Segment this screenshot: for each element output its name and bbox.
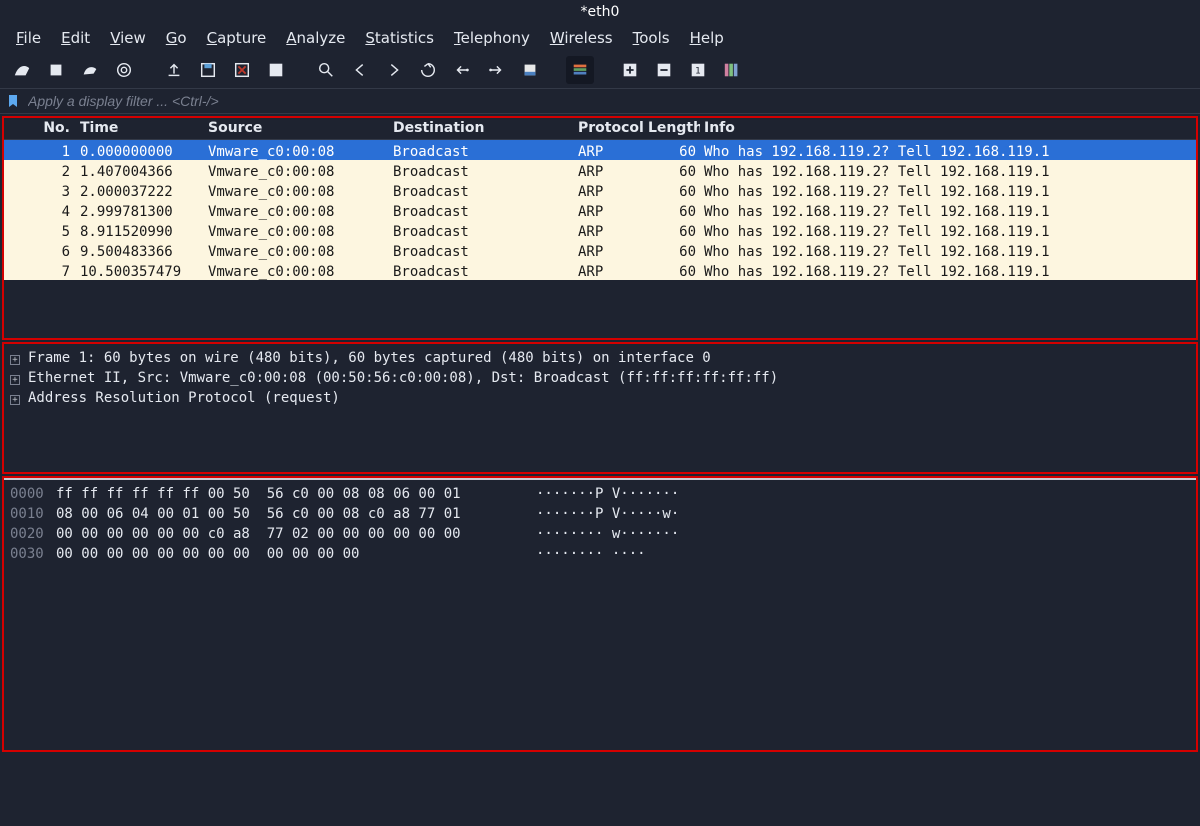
packet-bytes-pane: 0000ff ff ff ff ff ff 00 50 56 c0 00 08 … <box>2 476 1198 752</box>
open-file-button[interactable] <box>160 56 188 84</box>
display-filter-bar <box>0 88 1200 114</box>
packet-row[interactable]: 10.000000000Vmware_c0:00:08BroadcastARP6… <box>4 140 1196 160</box>
zoom-out-button[interactable] <box>650 56 678 84</box>
col-src[interactable]: Source <box>204 118 389 139</box>
detail-tree-row[interactable]: + Frame 1: 60 bytes on wire (480 bits), 6… <box>10 348 1190 368</box>
bookmark-icon[interactable] <box>6 94 20 108</box>
menu-wireless[interactable]: Wireless <box>540 26 623 50</box>
col-time[interactable]: Time <box>76 118 204 139</box>
hex-bytes: 00 00 00 00 00 00 00 00 00 00 00 00 <box>56 544 524 564</box>
hex-bytes: ff ff ff ff ff ff 00 50 56 c0 00 08 08 0… <box>56 484 524 504</box>
go-back-button[interactable] <box>346 56 374 84</box>
save-file-button[interactable] <box>194 56 222 84</box>
hex-row[interactable]: 0000ff ff ff ff ff ff 00 50 56 c0 00 08 … <box>10 484 1190 504</box>
detail-text: Ethernet II, Src: Vmware_c0:00:08 (00:50… <box>28 368 778 388</box>
col-len[interactable]: Length <box>644 118 700 139</box>
detail-tree-row[interactable]: + Address Resolution Protocol (request) <box>10 388 1190 408</box>
svg-text:1: 1 <box>695 67 701 77</box>
colorize-button[interactable] <box>566 56 594 84</box>
expand-icon[interactable]: + <box>10 395 20 405</box>
hex-offset: 0020 <box>10 524 56 544</box>
col-proto[interactable]: Protocol <box>574 118 644 139</box>
menu-capture[interactable]: Capture <box>197 26 277 50</box>
packet-row[interactable]: 42.999781300Vmware_c0:00:08BroadcastARP6… <box>4 200 1196 220</box>
hex-bytes: 08 00 06 04 00 01 00 50 56 c0 00 08 c0 a… <box>56 504 524 524</box>
hex-ascii: ·······P V·····w· <box>524 504 679 524</box>
jump-to-button[interactable] <box>414 56 442 84</box>
stop-capture-button[interactable] <box>42 56 70 84</box>
packet-row[interactable]: 710.500357479Vmware_c0:00:08BroadcastARP… <box>4 260 1196 280</box>
restart-capture-button[interactable] <box>76 56 104 84</box>
packet-row[interactable]: 69.500483366Vmware_c0:00:08BroadcastARP6… <box>4 240 1196 260</box>
menu-telephony[interactable]: Telephony <box>444 26 540 50</box>
packet-row[interactable]: 32.000037222Vmware_c0:00:08BroadcastARP6… <box>4 180 1196 200</box>
detail-text: Frame 1: 60 bytes on wire (480 bits), 60… <box>28 348 711 368</box>
zoom-reset-button[interactable]: 1 <box>684 56 712 84</box>
go-first-button[interactable] <box>448 56 476 84</box>
hex-row[interactable]: 003000 00 00 00 00 00 00 00 00 00 00 00·… <box>10 544 1190 564</box>
menubar: FileEditViewGoCaptureAnalyzeStatisticsTe… <box>0 24 1200 52</box>
packet-details-pane: + Frame 1: 60 bytes on wire (480 bits), 6… <box>2 342 1198 474</box>
detail-tree-row[interactable]: + Ethernet II, Src: Vmware_c0:00:08 (00:5… <box>10 368 1190 388</box>
go-last-button[interactable] <box>482 56 510 84</box>
resize-columns-button[interactable] <box>718 56 746 84</box>
packet-list-body[interactable]: 10.000000000Vmware_c0:00:08BroadcastARP6… <box>4 140 1196 338</box>
expand-icon[interactable]: + <box>10 355 20 365</box>
hex-ascii: ········ w······· <box>524 524 679 544</box>
packet-row[interactable]: 21.407004366Vmware_c0:00:08BroadcastARP6… <box>4 160 1196 180</box>
shark-fin-icon[interactable] <box>8 56 36 84</box>
menu-view[interactable]: View <box>100 26 156 50</box>
window-title: *eth0 <box>0 0 1200 24</box>
menu-statistics[interactable]: Statistics <box>355 26 444 50</box>
packet-list-header: No. Time Source Destination Protocol Len… <box>4 118 1196 140</box>
status-bar <box>0 754 1200 776</box>
reload-button[interactable] <box>262 56 290 84</box>
hex-bytes: 00 00 00 00 00 00 c0 a8 77 02 00 00 00 0… <box>56 524 524 544</box>
packet-row[interactable]: 58.911520990Vmware_c0:00:08BroadcastARP6… <box>4 220 1196 240</box>
hex-ascii: ·······P V······· <box>524 484 679 504</box>
menu-file[interactable]: File <box>6 26 51 50</box>
hex-ascii: ········ ···· <box>524 544 646 564</box>
expand-icon[interactable]: + <box>10 375 20 385</box>
col-dst[interactable]: Destination <box>389 118 574 139</box>
hex-row[interactable]: 001008 00 06 04 00 01 00 50 56 c0 00 08 … <box>10 504 1190 524</box>
hex-offset: 0010 <box>10 504 56 524</box>
zoom-in-button[interactable] <box>616 56 644 84</box>
menu-edit[interactable]: Edit <box>51 26 100 50</box>
col-info[interactable]: Info <box>700 118 1196 139</box>
autoscroll-button[interactable] <box>516 56 544 84</box>
detail-text: Address Resolution Protocol (request) <box>28 388 340 408</box>
toolbar: 1 <box>0 52 1200 88</box>
packet-list-pane: No. Time Source Destination Protocol Len… <box>2 116 1198 340</box>
hex-row[interactable]: 002000 00 00 00 00 00 c0 a8 77 02 00 00 … <box>10 524 1190 544</box>
col-no[interactable]: No. <box>4 118 76 139</box>
hex-offset: 0000 <box>10 484 56 504</box>
capture-options-button[interactable] <box>110 56 138 84</box>
menu-analyze[interactable]: Analyze <box>276 26 355 50</box>
find-button[interactable] <box>312 56 340 84</box>
hex-offset: 0030 <box>10 544 56 564</box>
menu-help[interactable]: Help <box>680 26 734 50</box>
menu-go[interactable]: Go <box>156 26 197 50</box>
display-filter-input[interactable] <box>26 92 1194 110</box>
close-file-button[interactable] <box>228 56 256 84</box>
menu-tools[interactable]: Tools <box>623 26 680 50</box>
go-forward-button[interactable] <box>380 56 408 84</box>
